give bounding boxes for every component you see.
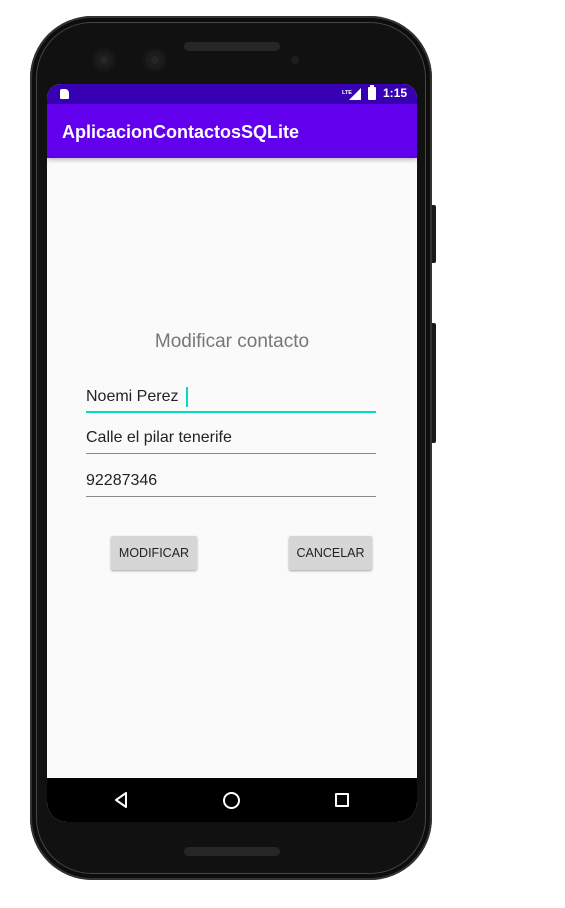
recents-icon[interactable]	[335, 793, 349, 807]
lte-signal-icon: LTE	[342, 88, 361, 100]
front-camera	[95, 51, 113, 69]
phone-underline	[86, 496, 376, 497]
status-time: 1:15	[383, 86, 408, 100]
proximity-sensor	[291, 56, 299, 64]
navigation-bar	[47, 778, 417, 822]
back-icon[interactable]	[114, 792, 128, 808]
status-bar: LTE 1:15	[47, 84, 417, 104]
front-camera-secondary	[146, 51, 164, 69]
app-screen: LTE 1:15 AplicacionContactosSQLite Modif…	[47, 84, 417, 822]
home-icon[interactable]	[223, 792, 240, 809]
sim-card-icon	[60, 89, 69, 99]
name-input[interactable]	[86, 384, 376, 410]
address-underline	[86, 453, 376, 454]
power-button	[432, 323, 436, 443]
earpiece-speaker	[184, 42, 280, 51]
app-title: AplicacionContactosSQLite	[62, 122, 300, 142]
phone-input[interactable]	[86, 468, 376, 494]
phone-field[interactable]	[86, 468, 376, 497]
bottom-speaker	[184, 847, 280, 856]
text-cursor	[186, 387, 188, 407]
address-field[interactable]	[86, 425, 376, 454]
name-underline	[86, 411, 376, 413]
cancel-button[interactable]: CANCELAR	[289, 536, 372, 570]
modify-button[interactable]: MODIFICAR	[111, 536, 197, 570]
app-bar: AplicacionContactosSQLite	[47, 104, 417, 158]
network-label: LTE	[342, 90, 352, 96]
volume-button	[432, 205, 436, 263]
battery-icon	[368, 85, 376, 100]
address-input[interactable]	[86, 425, 376, 451]
name-field[interactable]	[86, 384, 376, 413]
form-title: Modificar contacto	[154, 331, 310, 352]
